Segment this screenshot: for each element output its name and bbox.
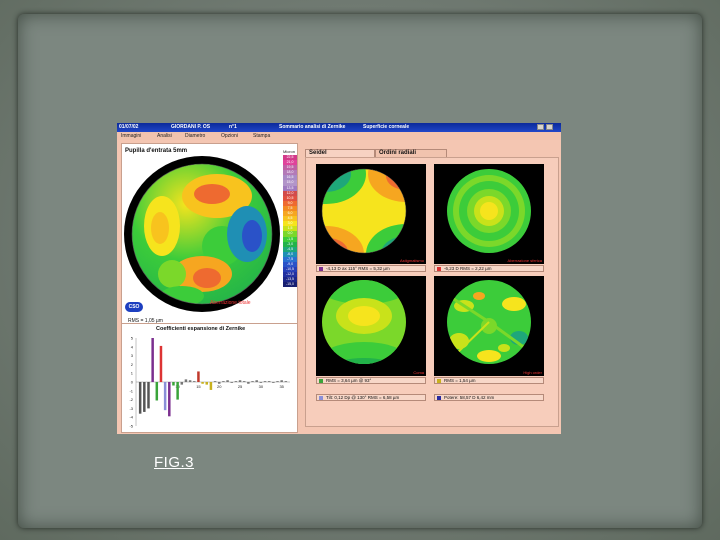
zernike-bar [147, 382, 150, 409]
scale-unit: Micron [283, 149, 296, 154]
zernike-bar [280, 380, 283, 382]
coma-legend: RMS = 3,64 µm @ 93° [316, 377, 426, 384]
y-tick-label: 5 [131, 336, 134, 341]
spherical-legend: -6,23 D RMS = 2,22 µm [434, 265, 544, 272]
title-bar: 01/07/02 GIORDANI P. OS n°1 Sommario ana… [117, 123, 561, 132]
y-tick-label: -2 [129, 397, 133, 402]
astigmatism-legend: -4,13 D ax 115° RMS = 5,32 µm [316, 265, 426, 272]
menu-diametro[interactable]: Diametro [185, 133, 205, 139]
astigmatism-map[interactable]: Astigmatismo [316, 164, 426, 264]
spherical-aberration-map[interactable]: Aberrazione sferica [434, 164, 544, 264]
zernike-bar [217, 382, 221, 384]
x-tick-label: 30 [259, 384, 264, 389]
zernike-bar [143, 382, 146, 412]
total-aberration-map[interactable]: Aberrazione totale [122, 156, 282, 316]
y-tick-label: 0 [131, 380, 134, 385]
zernike-bar [272, 382, 275, 383]
coma-map[interactable]: Coma [316, 276, 426, 376]
y-tick-label: -3 [129, 406, 133, 411]
zernike-bar [197, 371, 200, 382]
zernike-bar [222, 381, 225, 382]
title-surface: Superficie corneale [363, 124, 410, 130]
zernike-bar [213, 381, 217, 382]
zernike-bar [247, 382, 250, 384]
zernike-bar [155, 382, 159, 401]
zernike-bar [205, 382, 209, 385]
map-label: Aberrazione totale [210, 300, 251, 306]
zernike-bar [172, 382, 175, 386]
tilt-legend: Tilt: 0,12 Dp @ 130° RMS = 6,58 µm [316, 394, 426, 401]
spherical-label: Aberrazione sferica [507, 258, 542, 263]
figure-caption: FIG.3 [154, 454, 195, 471]
high-order-map[interactable]: High order [434, 276, 544, 376]
y-tick-label: -5 [129, 424, 133, 429]
zernike-bar [242, 381, 246, 382]
zernike-bar-chart: 543210-1-2-3-4-55101520253035 [129, 336, 290, 429]
zernike-bar [176, 382, 179, 400]
zernike-bar [163, 382, 167, 411]
x-tick-label: 15 [196, 384, 201, 389]
total-aberration-panel: Pupilla d'entrata 5mm Micron Aberrazione… [121, 143, 298, 331]
zernike-bar [209, 382, 213, 390]
zernike-bar [201, 382, 204, 384]
minimize-button[interactable] [537, 124, 544, 130]
y-tick-label: -4 [129, 415, 133, 420]
x-tick-label: 20 [217, 384, 222, 389]
x-tick-label: 35 [279, 384, 284, 389]
menu-immagini[interactable]: Immagini [121, 133, 141, 139]
high-order-legend: RMS = 1,54 µm [434, 377, 544, 384]
zernike-bar [151, 338, 154, 382]
y-tick-label: 1 [131, 371, 134, 376]
title-patient: GIORDANI P. OS [171, 124, 211, 130]
color-scale: 22,5 21,0 19,5 18,0 16,5 15,0 13,5 12,0 10,5 9,0 7… [283, 155, 297, 288]
zernike-bar [180, 382, 184, 385]
y-tick-label: 3 [131, 353, 134, 358]
y-tick-label: 2 [131, 362, 134, 367]
power-legend: Potere: 58,57 D 6,42 mm [434, 394, 544, 401]
zernike-bar [226, 380, 229, 382]
zernike-app-window: 01/07/02 GIORDANI P. OS n°1 Sommario ana… [117, 123, 561, 434]
decomposition-panel: Astigmatismo Aberrazione sferica Coma Hi… [305, 157, 559, 427]
zernike-bar [230, 382, 233, 383]
zernike-bar [193, 381, 196, 382]
zernike-bar [238, 380, 242, 382]
y-tick-label: 4 [131, 344, 134, 349]
cso-logo: CSO [125, 302, 143, 312]
menu-analisi[interactable]: Analisi [157, 133, 172, 139]
menu-opzioni[interactable]: Opzioni [221, 133, 238, 139]
zernike-bar [168, 382, 171, 417]
menu-stampa[interactable]: Stampa [253, 133, 270, 139]
zernike-bar [159, 345, 163, 382]
title-date: 01/07/02 [119, 124, 139, 130]
title-number: n°1 [229, 124, 237, 130]
zernike-bar [188, 380, 192, 382]
zernike-bar [138, 382, 142, 414]
chart-title: Coefficienti espansione di Zernike [156, 326, 246, 332]
x-tick-label: 25 [238, 384, 243, 389]
pupil-title: Pupilla d'entrata 5mm [125, 148, 188, 154]
zernike-bar [255, 380, 258, 382]
scale-step: -15,0 [283, 282, 297, 288]
zernike-bar [263, 381, 267, 382]
zernike-bar [284, 381, 288, 382]
zernike-bar [267, 381, 271, 382]
zernike-bar [251, 381, 254, 382]
menu-bar: Immagini Analisi Diametro Opzioni Stampa [117, 132, 561, 140]
zernike-bar [234, 381, 238, 382]
high-order-label: High order [523, 370, 542, 375]
title-text: Sommario analisi di Zernike [279, 124, 346, 130]
zernike-bar [184, 379, 188, 382]
coma-label: Coma [413, 370, 424, 375]
astigmatism-label: Astigmatismo [399, 258, 424, 263]
zernike-bar [276, 381, 279, 382]
zernike-bar [259, 382, 263, 383]
y-tick-label: -1 [129, 388, 133, 393]
close-button[interactable] [546, 124, 553, 130]
zernike-chart-panel: Coefficienti espansione di Zernike 5 4 3 2 1… [121, 323, 298, 433]
